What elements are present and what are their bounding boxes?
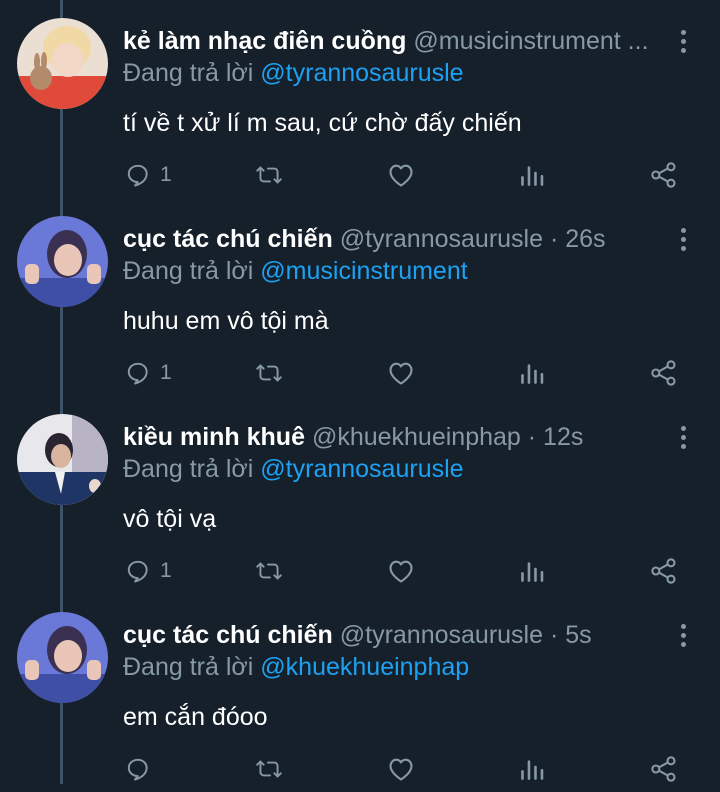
retweet-icon [256,364,282,382]
share-button[interactable] [650,556,678,586]
tweet-1[interactable]: kẻ làm nhạc điên cuồng @musicinstrument … [0,0,720,198]
analytics-button[interactable] [519,358,545,388]
reply-bubble-icon [127,560,148,583]
share-icon [651,360,676,386]
reply-bubble-icon [127,362,148,385]
bar-chart-icon [521,364,544,384]
avatar[interactable] [17,18,108,109]
retweet-button[interactable] [254,556,284,586]
tweet-header: cục tác chú chiến @tyrannosaurusle · 26s [123,222,668,256]
tweet-header: kẻ làm nhạc điên cuồng @musicinstrument … [123,24,668,58]
retweet-icon [256,760,282,778]
user-handle[interactable]: @khuekhueinphap [312,423,521,451]
heart-icon [389,560,413,583]
more-vertical-icon [680,227,686,251]
more-options-button[interactable] [672,224,694,254]
reply-count: 1 [160,163,172,186]
separator-dot: · [549,621,559,649]
display-name[interactable]: kiều minh khuê [123,423,305,451]
user-handle[interactable]: @musicinstrument ... [413,27,648,55]
timestamp[interactable]: 26s [565,225,605,253]
tweet-3[interactable]: kiều minh khuê @khuekhueinphap · 12s Đan… [0,396,720,594]
tweet-text: vô tội vạ [123,505,217,533]
reply-mention-link[interactable]: @tyrannosaurusle [260,455,463,483]
share-icon [651,756,676,782]
share-icon [651,162,676,188]
timestamp[interactable]: 5s [565,621,591,649]
like-button[interactable] [387,358,415,388]
retweet-button[interactable] [254,160,284,190]
more-options-button[interactable] [672,26,694,56]
analytics-button[interactable] [519,160,545,190]
like-button[interactable] [387,754,415,784]
like-button[interactable] [387,160,415,190]
display-name[interactable]: kẻ làm nhạc điên cuồng [123,27,406,55]
user-handle[interactable]: @tyrannosaurusle [340,225,543,253]
avatar[interactable] [17,414,108,505]
reply-mention-link[interactable]: @musicinstrument [260,257,467,285]
separator-dot: · [549,225,559,253]
reply-context: Đang trả lời @tyrannosaurusle [123,56,464,90]
reply-mention-link[interactable]: @tyrannosaurusle [260,59,463,87]
heart-icon [389,758,413,781]
avatar[interactable] [17,216,108,307]
retweet-button[interactable] [254,754,284,784]
reply-context: Đang trả lời @tyrannosaurusle [123,452,464,486]
avatar[interactable] [17,612,108,703]
display-name[interactable]: cục tác chú chiến [123,225,333,253]
analytics-button[interactable] [519,754,545,784]
more-vertical-icon [680,425,686,449]
reply-count: 1 [160,559,172,582]
reply-bubble-icon [127,758,148,781]
timestamp[interactable]: 12s [543,423,583,451]
retweet-icon [256,562,282,580]
reply-bubble-icon [127,164,148,187]
more-options-button[interactable] [672,620,694,650]
tweet-header: cục tác chú chiến @tyrannosaurusle · 5s [123,618,668,652]
retweet-icon [256,166,282,184]
user-handle[interactable]: @tyrannosaurusle [340,621,543,649]
reply-context-label: Đang trả lời [123,455,254,483]
separator-dot: · [527,423,537,451]
bar-chart-icon [521,760,544,780]
reply-button[interactable] [125,754,160,784]
bar-chart-icon [521,562,544,582]
tweet-text: huhu em vô tội mà [123,307,329,335]
reply-context: Đang trả lời @musicinstrument [123,254,468,288]
reply-context-label: Đang trả lời [123,257,254,285]
more-vertical-icon [680,623,686,647]
reply-context-label: Đang trả lời [123,653,254,681]
like-button[interactable] [387,556,415,586]
tweet-text: tí về t xử lí m sau, cứ chờ đấy chiến [123,109,522,137]
reply-count: 1 [160,361,172,384]
retweet-button[interactable] [254,358,284,388]
share-button[interactable] [650,358,678,388]
reply-button[interactable]: 1 [125,358,172,388]
tweet-4[interactable]: cục tác chú chiến @tyrannosaurusle · 5s … [0,594,720,792]
share-button[interactable] [650,160,678,190]
more-options-button[interactable] [672,422,694,452]
share-button[interactable] [650,754,678,784]
heart-icon [389,164,413,187]
heart-icon [389,362,413,385]
reply-mention-link[interactable]: @khuekhueinphap [260,653,469,681]
tweet-header: kiều minh khuê @khuekhueinphap · 12s [123,420,668,454]
display-name[interactable]: cục tác chú chiến [123,621,333,649]
tweet-2[interactable]: cục tác chú chiến @tyrannosaurusle · 26s… [0,198,720,396]
reply-button[interactable]: 1 [125,160,172,190]
reply-button[interactable]: 1 [125,556,172,586]
share-icon [651,558,676,584]
tweet-text: em cắn đóoo [123,703,268,731]
reply-context: Đang trả lời @khuekhueinphap [123,650,469,684]
reply-context-label: Đang trả lời [123,59,254,87]
bar-chart-icon [521,166,544,186]
more-vertical-icon [680,29,686,53]
analytics-button[interactable] [519,556,545,586]
